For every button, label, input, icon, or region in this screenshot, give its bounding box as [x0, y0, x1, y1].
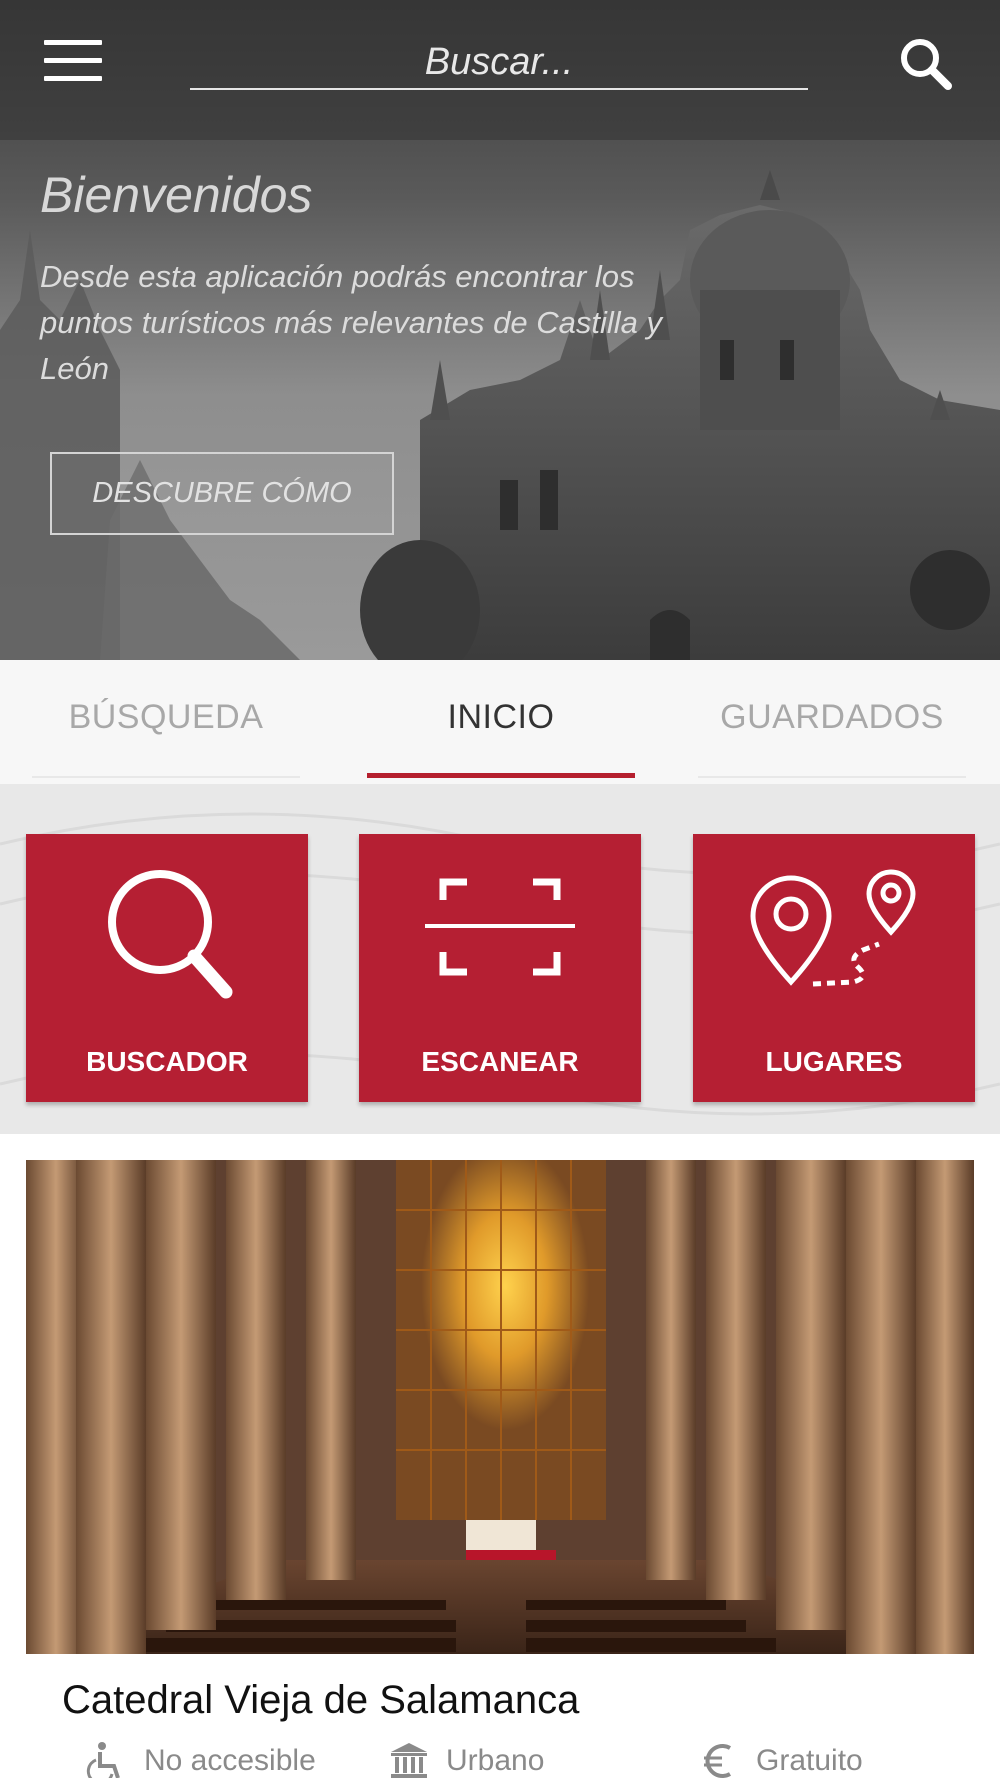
tab-underline	[698, 776, 966, 778]
places-label: LUGARES	[765, 1046, 903, 1077]
tab-active-indicator	[367, 773, 635, 778]
wheelchair-icon	[86, 1742, 120, 1778]
places-button[interactable]: LUGARES	[693, 834, 975, 1102]
tab-label: GUARDADOS	[720, 698, 944, 736]
hero-banner: Bienvenidos Desde esta aplicación podrás…	[0, 0, 1000, 660]
tab-label: BÚSQUEDA	[68, 698, 264, 736]
hamburger-menu-icon[interactable]	[44, 40, 104, 84]
tab-bar: BÚSQUEDA INICIO GUARDADOS	[0, 660, 1000, 784]
accessibility-label: No accesible	[144, 1744, 316, 1777]
tab-underline	[32, 776, 300, 778]
welcome-title: Bienvenidos	[40, 167, 313, 223]
tab-search[interactable]: BÚSQUEDA	[32, 698, 300, 778]
welcome-description: Desde esta aplicación podrás encontrar l…	[40, 259, 662, 386]
price-label: Gratuito	[756, 1744, 863, 1777]
price-info: Gratuito	[698, 1740, 863, 1778]
finder-button[interactable]: BUSCADOR	[26, 834, 308, 1102]
place-title: Catedral Vieja de Salamanca	[62, 1678, 580, 1722]
place-photo[interactable]	[26, 1160, 974, 1654]
top-app-bar	[0, 0, 1000, 120]
magnifier-icon	[108, 870, 233, 999]
scan-frame-icon	[425, 878, 575, 976]
discover-how-button[interactable]: DESCUBRE CÓMO	[50, 452, 394, 535]
building-columns-icon	[391, 1743, 427, 1778]
setting-label: Urbano	[446, 1744, 545, 1777]
quick-actions: BUSCADOR ESCANEAR LUGARES	[0, 784, 1000, 1134]
search-input[interactable]	[190, 36, 808, 90]
scan-button[interactable]: ESCANEAR	[359, 834, 641, 1102]
euro-icon	[704, 1744, 731, 1778]
accessibility-info: No accesible	[86, 1740, 316, 1778]
tab-label: INICIO	[447, 698, 555, 736]
setting-info: Urbano	[388, 1740, 544, 1778]
tab-home[interactable]: INICIO	[367, 698, 635, 778]
search-icon[interactable]	[896, 34, 956, 94]
place-card[interactable]: Catedral Vieja de Salamanca No accesible…	[26, 1160, 974, 1778]
scan-label: ESCANEAR	[421, 1046, 579, 1077]
finder-label: BUSCADOR	[86, 1046, 248, 1077]
tab-saved[interactable]: GUARDADOS	[698, 698, 966, 778]
map-pins-route-icon	[750, 869, 916, 987]
cathedral-interior-image	[26, 1160, 974, 1654]
